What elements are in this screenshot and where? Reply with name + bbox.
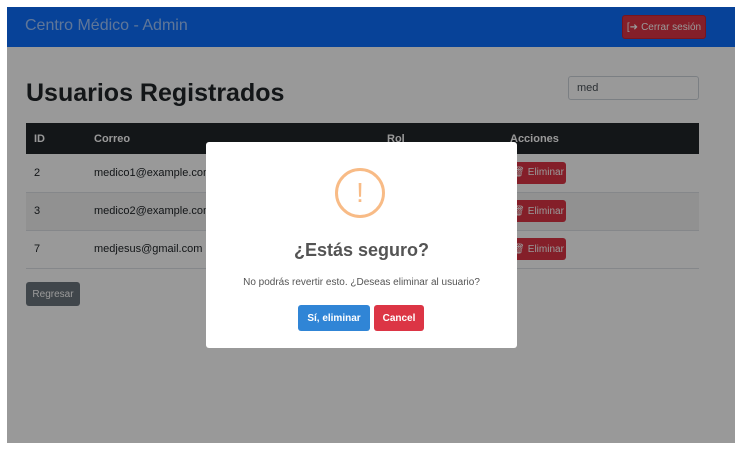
dialog-title: ¿Estás seguro?: [293, 240, 430, 260]
dialog-text: No podrás revertir esto. ¿Deseas elimina…: [243, 277, 480, 288]
confirm-delete-button[interactable]: Sí, eliminar: [298, 305, 370, 331]
confirm-dialog: ! ¿Estás seguro? No podrás revertir esto…: [206, 142, 517, 348]
warning-icon: !: [335, 168, 385, 218]
cancel-button[interactable]: Cancel: [374, 305, 424, 331]
